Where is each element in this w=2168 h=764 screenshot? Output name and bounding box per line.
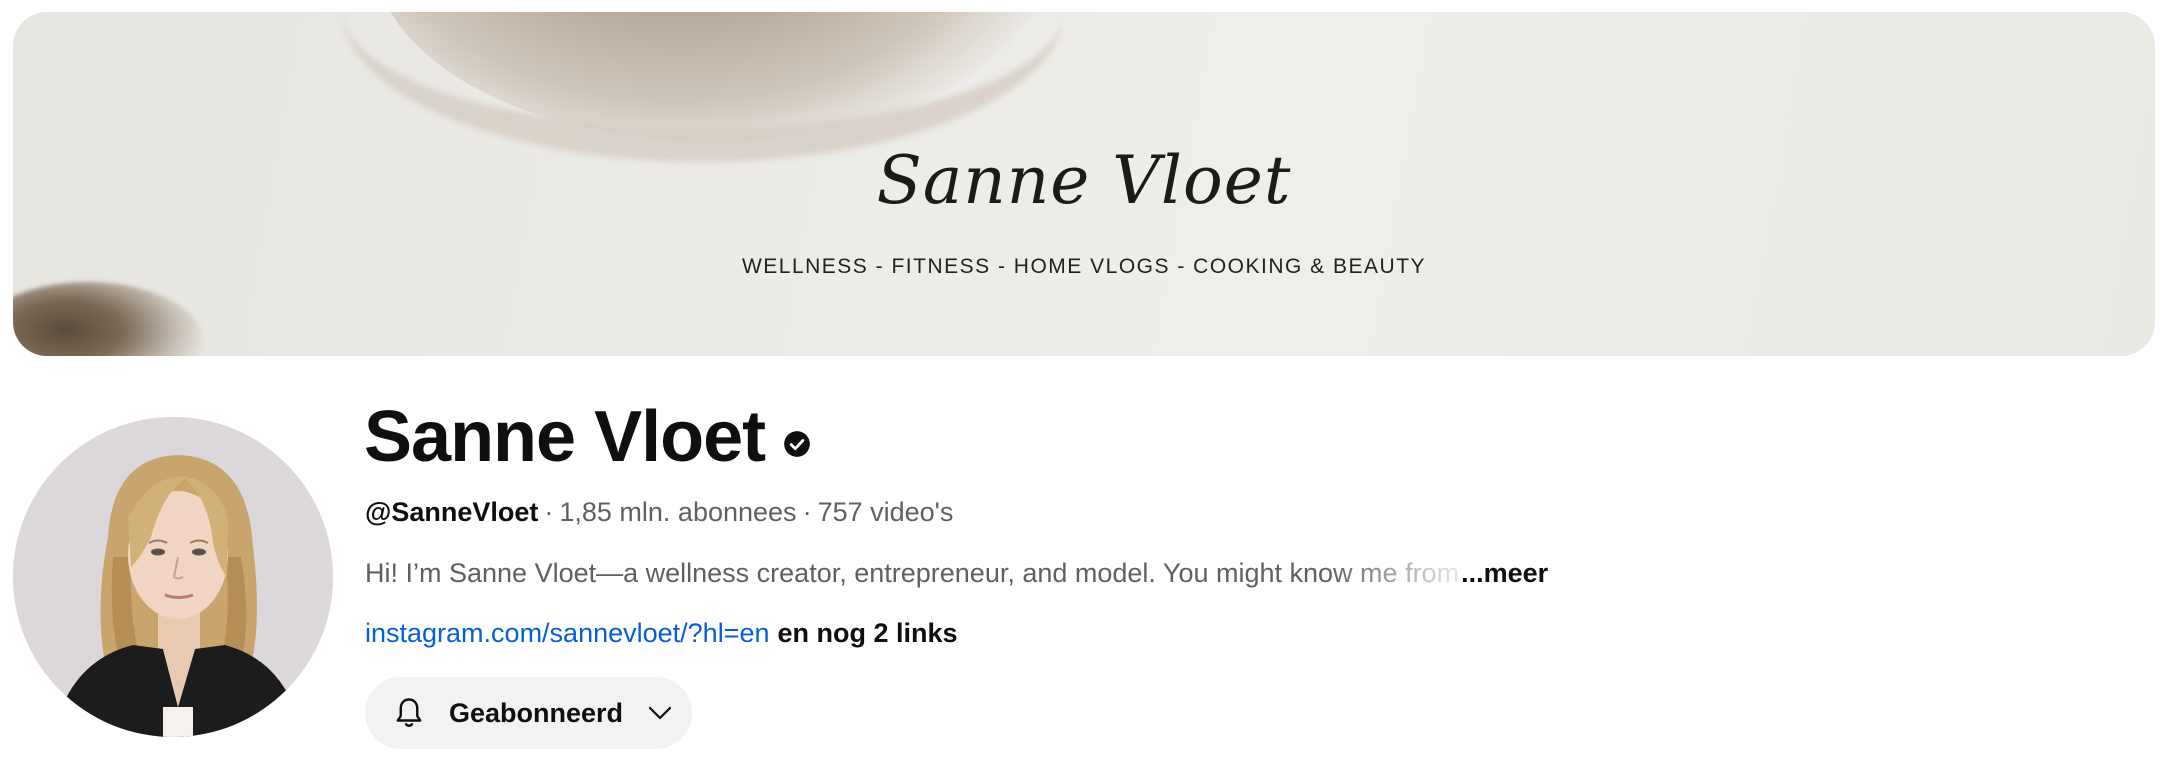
banner-bowl-rim-decoration xyxy=(343,12,1063,162)
subscribed-button[interactable]: Geabonneerd xyxy=(365,677,692,749)
channel-name: Sanne Vloet xyxy=(364,397,766,477)
banner-plant-decoration xyxy=(13,282,203,356)
verified-check-icon xyxy=(784,431,810,457)
channel-handle: @SanneVloet xyxy=(365,497,539,527)
channel-page: Sanne Vloet WELLNESS - FITNESS - HOME VL… xyxy=(0,0,2168,764)
channel-title: Sanne Vloet xyxy=(364,396,811,478)
subscriber-count: 1,85 mln. abonnees xyxy=(559,497,797,527)
more-description-link[interactable]: ...meer xyxy=(1461,558,1548,589)
channel-description[interactable]: Hi! I’m Sanne Vloet—a wellness creator, … xyxy=(365,558,1548,589)
chevron-down-icon xyxy=(648,706,672,720)
description-text: Hi! I’m Sanne Vloet—a wellness creator, … xyxy=(365,558,1460,588)
bell-icon xyxy=(396,698,422,727)
channel-avatar[interactable] xyxy=(13,417,333,737)
instagram-link[interactable]: instagram.com/sannevloet/?hl=en xyxy=(365,618,770,648)
subscribed-button-label: Geabonneerd xyxy=(449,697,624,728)
meta-separator: · xyxy=(544,497,554,527)
channel-meta: @SanneVloet · 1,85 mln. abonnees · 757 video… xyxy=(365,497,953,528)
banner-tagline: WELLNESS - FITNESS - HOME VLOGS - COOKIN… xyxy=(741,255,1427,278)
video-count: 757 video's xyxy=(817,497,954,527)
meta-separator: · xyxy=(802,497,812,527)
banner-title: Sanne Vloet xyxy=(876,142,1292,219)
channel-banner: Sanne Vloet WELLNESS - FITNESS - HOME VL… xyxy=(13,12,2155,356)
more-links-button[interactable]: en nog 2 links xyxy=(778,618,958,648)
avatar-portrait-image xyxy=(13,417,333,737)
channel-links: instagram.com/sannevloet/?hl=en en nog 2 … xyxy=(365,618,958,649)
